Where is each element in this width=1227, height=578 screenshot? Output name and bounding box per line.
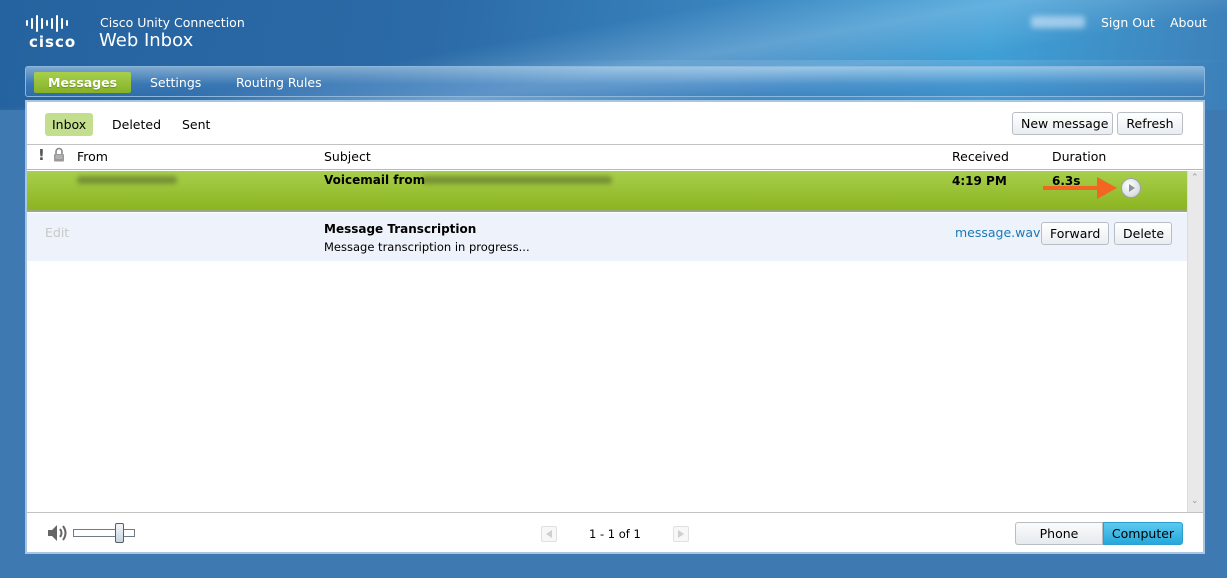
received-time: 4:19 PM [952, 174, 1007, 188]
from-column-header[interactable]: From [77, 149, 108, 164]
new-message-button[interactable]: New message [1012, 112, 1113, 135]
scroll-up-icon[interactable]: ⌃ [1191, 173, 1199, 183]
cisco-logo-bars-icon [24, 14, 92, 32]
message-detail: Edit Message Transcription Message trans… [27, 213, 1187, 261]
subject-column-header[interactable]: Subject [324, 149, 371, 164]
edit-link[interactable]: Edit [45, 225, 69, 240]
scroll-down-icon[interactable]: ⌄ [1191, 496, 1199, 506]
cisco-wordmark: cisco [29, 33, 77, 51]
pager-text: 1 - 1 of 1 [589, 527, 641, 541]
playback-computer-option[interactable]: Computer [1103, 522, 1183, 545]
folder-inbox[interactable]: Inbox [45, 113, 94, 136]
tab-settings[interactable]: Settings [140, 72, 211, 93]
refresh-button[interactable]: Refresh [1117, 112, 1183, 135]
main-nav: Messages Settings Routing Rules [25, 66, 1205, 97]
volume-slider-track[interactable] [73, 529, 135, 537]
play-button[interactable] [1121, 178, 1141, 198]
table-row[interactable]: Voicemail from 4:19 PM 6.3s [27, 171, 1187, 212]
about-link[interactable]: About [1170, 15, 1207, 30]
delete-button[interactable]: Delete [1114, 222, 1172, 245]
transcription-title: Message Transcription [324, 222, 477, 236]
divider [27, 169, 1203, 170]
secure-column-lock-icon[interactable] [53, 147, 65, 165]
priority-column-exclamation-icon[interactable]: ! [38, 146, 45, 164]
chevron-right-icon [678, 530, 684, 538]
cisco-logo: cisco [24, 14, 92, 51]
orange-arrow-annotation-icon [1043, 177, 1117, 199]
app-title: Web Inbox [99, 30, 194, 51]
sign-out-link[interactable]: Sign Out [1101, 15, 1155, 30]
playback-phone-option[interactable]: Phone [1015, 522, 1103, 545]
volume-slider-thumb[interactable] [115, 523, 125, 543]
next-page-button[interactable] [673, 526, 689, 542]
tab-messages[interactable]: Messages [34, 72, 132, 93]
app-subtitle: Cisco Unity Connection [100, 15, 245, 30]
divider [27, 144, 1203, 145]
duration-column-header[interactable]: Duration [1052, 149, 1106, 164]
play-icon [1129, 184, 1135, 192]
subject-prefix: Voicemail from [324, 173, 426, 187]
forward-button[interactable]: Forward [1041, 222, 1109, 245]
subject-redacted [422, 176, 612, 184]
sender-redacted [77, 176, 177, 184]
speaker-icon[interactable] [47, 524, 69, 542]
divider [27, 512, 1203, 513]
chevron-left-icon [546, 530, 552, 538]
messages-panel: Inbox Deleted Sent New message Refresh !… [25, 100, 1205, 554]
attachment-link[interactable]: message.wav [955, 225, 1040, 240]
received-column-header[interactable]: Received [952, 149, 1009, 164]
folder-deleted[interactable]: Deleted [105, 113, 168, 136]
vertical-scrollbar[interactable]: ⌃ ⌄ [1187, 171, 1203, 512]
transcription-text: Message transcription in progress... [324, 240, 530, 254]
folder-sent[interactable]: Sent [175, 113, 217, 136]
previous-page-button[interactable] [541, 526, 557, 542]
user-name-redacted [1031, 16, 1085, 28]
tab-routing-rules[interactable]: Routing Rules [226, 72, 332, 93]
